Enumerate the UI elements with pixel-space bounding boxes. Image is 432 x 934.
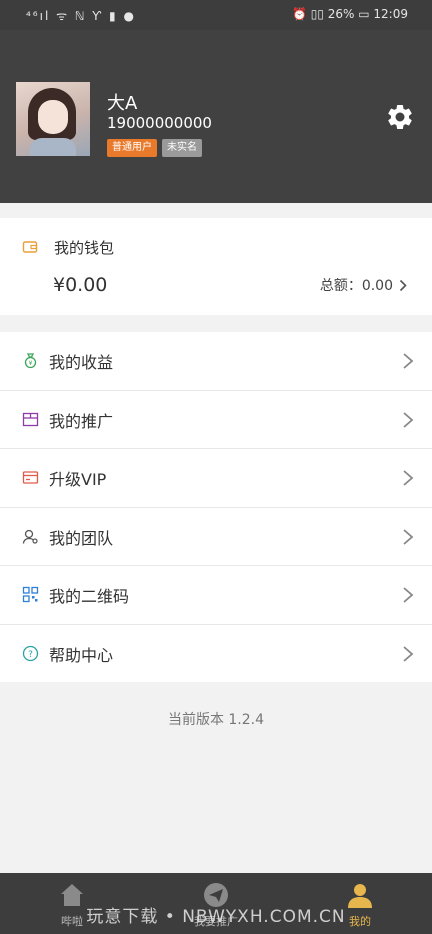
- wallet-card[interactable]: 我的钱包 ¥0.00 总额：0.00: [0, 218, 432, 315]
- alarm-icon: ⏰ ▯▯: [291, 7, 328, 21]
- wallet-icon: [22, 241, 38, 253]
- wallet-title: 我的钱包: [54, 239, 115, 257]
- status-bar: ⁴⁶ıl ᯤ ℕ Ƴ ▮ ● ⏰ ▯▯ 26% ▭ 12:09: [0, 0, 432, 30]
- battery-icon: ▭: [358, 7, 374, 21]
- chevron-right-icon: [403, 645, 414, 662]
- qr-code-icon: [22, 586, 39, 603]
- svg-text:¥: ¥: [29, 360, 33, 367]
- money-bag-icon: ¥: [24, 353, 37, 369]
- menu-list: ¥ 我的收益 我的推广 升级VIP 我的团队 我的二维码 ? 帮助中心: [0, 332, 432, 682]
- clock-time: 12:09: [373, 7, 408, 21]
- menu-label-help-center: 帮助中心: [49, 645, 114, 665]
- user-level-badge: 普通用户: [107, 139, 157, 157]
- menu-item-upgrade-vip[interactable]: 升级VIP: [0, 449, 432, 508]
- username: 大A: [107, 93, 138, 114]
- menu-label-upgrade-vip: 升级VIP: [49, 470, 107, 489]
- menu-item-qr-code[interactable]: 我的二维码: [0, 566, 432, 625]
- chevron-right-icon: [403, 353, 414, 369]
- chevron-right-icon: [403, 411, 414, 428]
- menu-item-help-center[interactable]: ? 帮助中心: [0, 625, 432, 683]
- help-circle-icon: ?: [22, 645, 39, 661]
- menu-item-promotion[interactable]: 我的推广: [0, 391, 432, 449]
- wallet-balance: ¥0.00: [53, 274, 108, 296]
- status-icons: ⁴⁶ıl ᯤ ℕ Ƴ ▮ ●: [26, 9, 136, 23]
- menu-item-team[interactable]: 我的团队: [0, 508, 432, 566]
- menu-label-qr-code: 我的二维码: [49, 587, 130, 606]
- wallet-total: 总额：0.00: [319, 278, 393, 294]
- phone-number: 19000000000: [107, 114, 212, 132]
- wallet-total-link[interactable]: 总额：0.00: [320, 275, 407, 295]
- team-person-icon: [22, 529, 38, 544]
- gear-icon[interactable]: [385, 102, 415, 132]
- avatar-face: [38, 100, 68, 134]
- app-version: 当前版本 1.2.4: [167, 712, 265, 728]
- menu-item-earnings[interactable]: ¥ 我的收益: [0, 332, 432, 391]
- status-right: ⏰ ▯▯ 26% ▭ 12:09: [292, 7, 408, 21]
- avatar-body: [30, 138, 76, 156]
- chevron-right-icon: [399, 279, 407, 291]
- menu-label-promotion: 我的推广: [49, 411, 114, 431]
- menu-label-earnings: 我的收益: [49, 353, 114, 372]
- chevron-right-icon: [403, 528, 414, 545]
- watermark: 玩意下载 • NBWYXH.COM.CN: [86, 907, 346, 927]
- verification-badge[interactable]: 未实名: [162, 139, 202, 157]
- vip-card-icon: [22, 471, 39, 484]
- profile-header: 大A 19000000000 普通用户 未实名: [0, 30, 432, 203]
- avatar[interactable]: [16, 82, 90, 156]
- battery-percent: 26%: [327, 7, 355, 21]
- chevron-right-icon: [403, 470, 414, 486]
- svg-text:?: ?: [28, 650, 33, 660]
- promotion-box-icon: [22, 412, 39, 426]
- menu-label-team: 我的团队: [49, 528, 114, 548]
- chevron-right-icon: [403, 587, 414, 603]
